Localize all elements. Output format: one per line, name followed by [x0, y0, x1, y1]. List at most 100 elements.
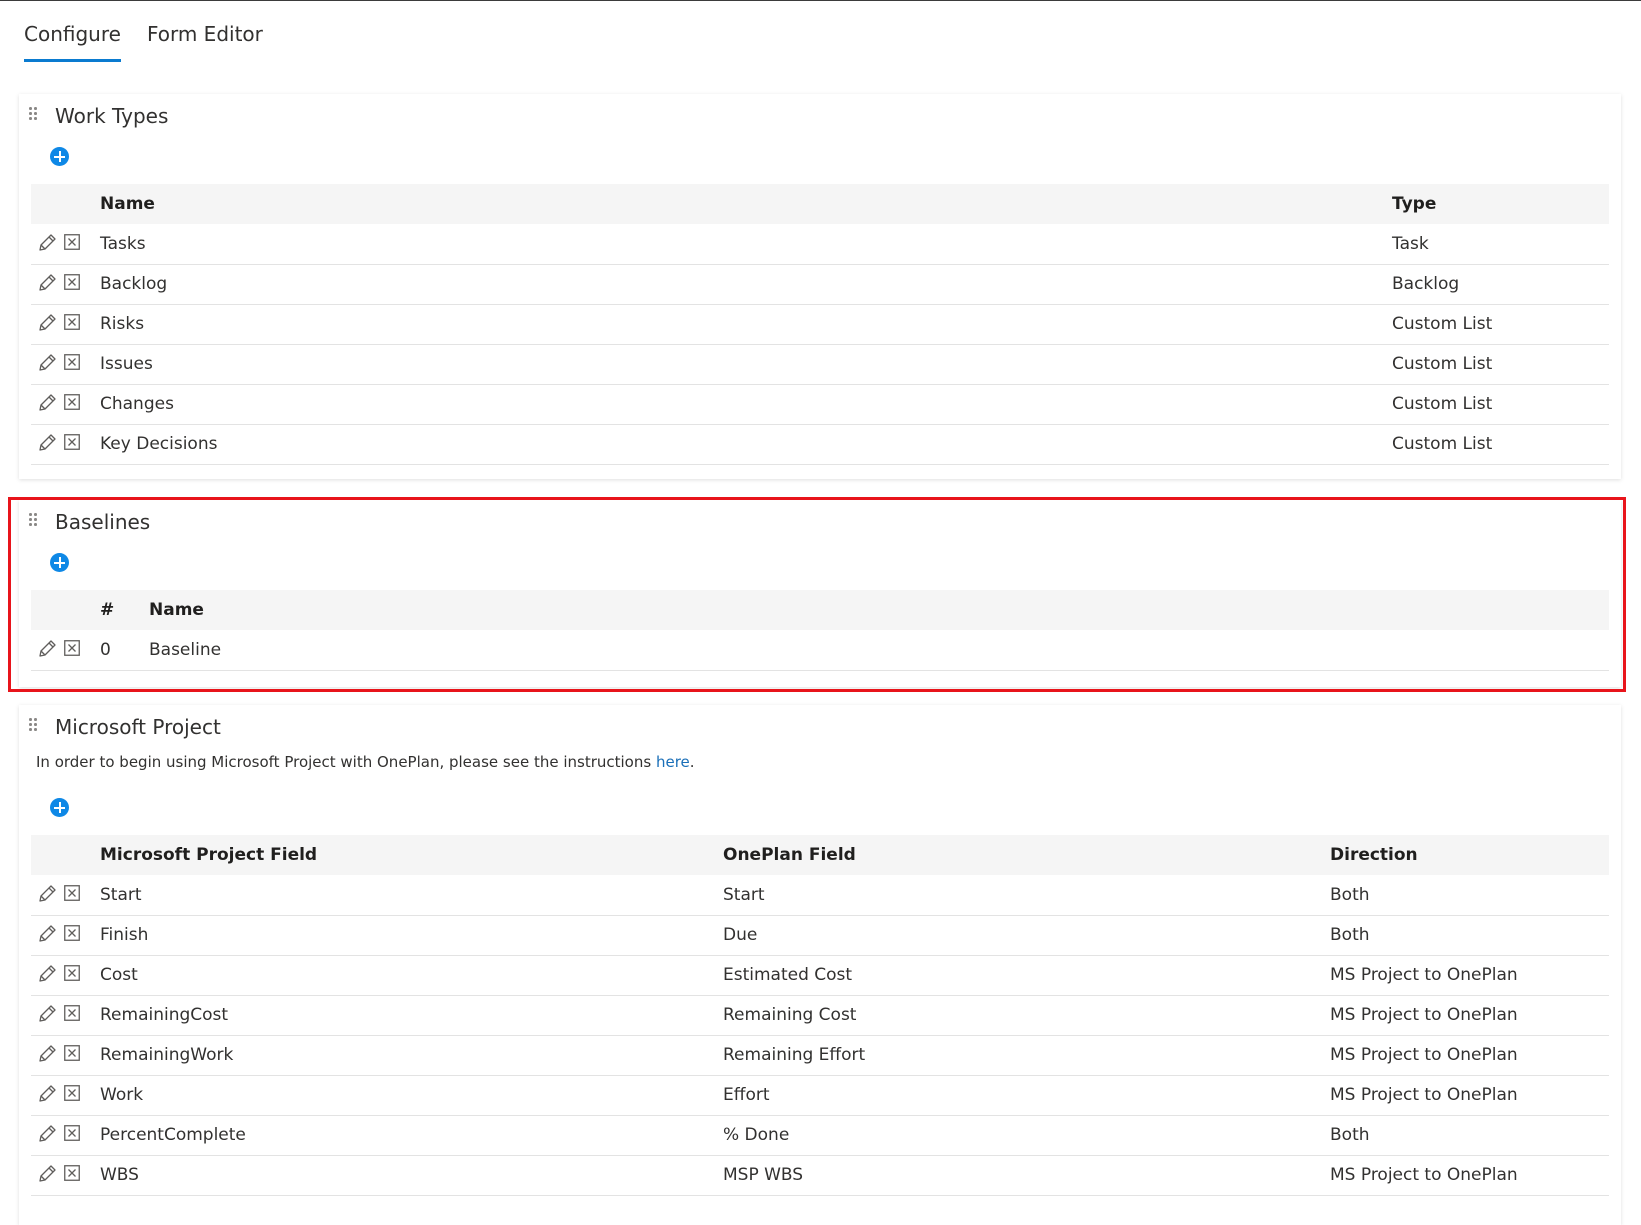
microsoft-project-panel: Microsoft Project In order to begin usin… [19, 705, 1621, 1225]
cell-type: Task [1392, 234, 1429, 254]
pencil-icon[interactable] [36, 1083, 58, 1105]
instructions-end: . [689, 753, 695, 771]
instructions-label: In order to begin using Microsoft Projec… [36, 753, 656, 771]
cell-direction: Both [1330, 925, 1370, 945]
table-row: Cost Estimated Cost MS Project to OnePlan [31, 955, 1609, 996]
cell-type: Custom List [1392, 394, 1493, 414]
table-row: Tasks Task [31, 224, 1609, 265]
window-top-border [0, 0, 1641, 1]
table-row: PercentComplete % Done Both [31, 1115, 1609, 1156]
cell-ms-project-field: WBS [100, 1165, 139, 1185]
cell-ms-project-field: Cost [100, 965, 138, 985]
tab-form-editor[interactable]: Form Editor [147, 22, 263, 62]
work-types-panel: Work Types Name Type Tasks Task Backlog Bac… [19, 94, 1621, 479]
pencil-icon[interactable] [36, 352, 58, 374]
panel-title: Work Types [55, 104, 169, 128]
close-box-icon[interactable] [64, 394, 80, 410]
cell-ms-project-field: PercentComplete [100, 1125, 246, 1145]
close-box-icon[interactable] [64, 1125, 80, 1141]
cell-name: Backlog [100, 274, 168, 294]
close-box-icon[interactable] [64, 274, 80, 290]
cell-oneplan-field: MSP WBS [723, 1165, 804, 1185]
column-header-direction[interactable]: Direction [1330, 845, 1418, 865]
table-row: WBS MSP WBS MS Project to OnePlan [31, 1155, 1609, 1196]
cell-ms-project-field: RemainingWork [100, 1045, 234, 1065]
close-box-icon[interactable] [64, 640, 80, 656]
table-row: Key Decisions Custom List [31, 424, 1609, 465]
table-row: Changes Custom List [31, 384, 1609, 425]
cell-oneplan-field: Start [723, 885, 765, 905]
panel-header: Microsoft Project [19, 705, 1621, 745]
cell-type: Custom List [1392, 314, 1493, 334]
cell-number: 0 [100, 640, 111, 660]
panel-title: Baselines [55, 510, 151, 534]
pencil-icon[interactable] [36, 392, 58, 414]
cell-type: Custom List [1392, 354, 1493, 374]
close-box-icon[interactable] [64, 234, 80, 250]
cell-ms-project-field: Start [100, 885, 142, 905]
table-header: Name Type [31, 184, 1609, 224]
drag-handle-icon[interactable] [29, 107, 39, 121]
cell-name: Baseline [149, 640, 222, 660]
cell-direction: MS Project to OnePlan [1330, 1085, 1518, 1105]
pencil-icon[interactable] [36, 1163, 58, 1185]
add-mapping-button[interactable] [50, 798, 69, 817]
cell-name: Issues [100, 354, 153, 374]
table-row: Risks Custom List [31, 304, 1609, 345]
cell-oneplan-field: Due [723, 925, 758, 945]
table-row: Finish Due Both [31, 915, 1609, 956]
close-box-icon[interactable] [64, 965, 80, 981]
table-row: RemainingWork Remaining Effort MS Project … [31, 1035, 1609, 1076]
table-header: # Name [31, 590, 1609, 630]
column-header-type[interactable]: Type [1392, 194, 1436, 214]
pencil-icon[interactable] [36, 1123, 58, 1145]
cell-direction: MS Project to OnePlan [1330, 1045, 1518, 1065]
pencil-icon[interactable] [36, 432, 58, 454]
drag-handle-icon[interactable] [29, 718, 39, 732]
column-header-name[interactable]: Name [100, 194, 155, 214]
close-box-icon[interactable] [64, 1085, 80, 1101]
cell-type: Backlog [1392, 274, 1460, 294]
close-box-icon[interactable] [64, 1165, 80, 1181]
pencil-icon[interactable] [36, 883, 58, 905]
drag-handle-icon[interactable] [29, 513, 39, 527]
close-box-icon[interactable] [64, 885, 80, 901]
cell-direction: MS Project to OnePlan [1330, 965, 1518, 985]
close-box-icon[interactable] [64, 1045, 80, 1061]
cell-direction: Both [1330, 1125, 1370, 1145]
cell-oneplan-field: Remaining Effort [723, 1045, 866, 1065]
pencil-icon[interactable] [36, 232, 58, 254]
add-baseline-button[interactable] [50, 553, 69, 572]
instructions-link[interactable]: here [656, 753, 690, 771]
close-box-icon[interactable] [64, 1005, 80, 1021]
close-box-icon[interactable] [64, 314, 80, 330]
baselines-panel: Baselines # Name 0 Baseline [19, 500, 1621, 687]
tab-configure[interactable]: Configure [24, 22, 121, 62]
cell-name: Changes [100, 394, 174, 414]
column-header-number[interactable]: # [100, 600, 114, 620]
column-header-oneplan-field[interactable]: OnePlan Field [723, 845, 856, 865]
cell-direction: MS Project to OnePlan [1330, 1165, 1518, 1185]
cell-oneplan-field: % Done [723, 1125, 790, 1145]
cell-oneplan-field: Remaining Cost [723, 1005, 857, 1025]
panel-title: Microsoft Project [55, 715, 221, 739]
close-box-icon[interactable] [64, 354, 80, 370]
close-box-icon[interactable] [64, 434, 80, 450]
close-box-icon[interactable] [64, 925, 80, 941]
cell-ms-project-field: RemainingCost [100, 1005, 229, 1025]
pencil-icon[interactable] [36, 638, 58, 660]
pencil-icon[interactable] [36, 1043, 58, 1065]
add-work-type-button[interactable] [50, 147, 69, 166]
pencil-icon[interactable] [36, 1003, 58, 1025]
cell-type: Custom List [1392, 434, 1493, 454]
cell-direction: MS Project to OnePlan [1330, 1005, 1518, 1025]
column-header-ms-project-field[interactable]: Microsoft Project Field [100, 845, 317, 865]
panel-header: Work Types [19, 94, 1621, 134]
pencil-icon[interactable] [36, 963, 58, 985]
cell-name: Key Decisions [100, 434, 218, 454]
table-row: Start Start Both [31, 875, 1609, 916]
pencil-icon[interactable] [36, 923, 58, 945]
pencil-icon[interactable] [36, 272, 58, 294]
column-header-name[interactable]: Name [149, 600, 204, 620]
pencil-icon[interactable] [36, 312, 58, 334]
